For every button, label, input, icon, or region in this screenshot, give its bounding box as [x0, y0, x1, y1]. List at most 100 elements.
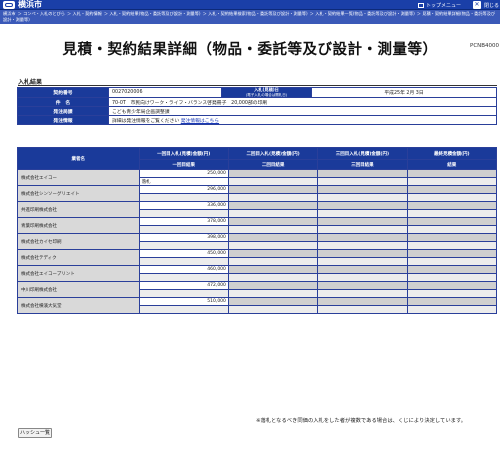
- bid-result-final: [406, 273, 498, 282]
- bid-amount-final: [406, 169, 498, 178]
- bid-amount-r3: [317, 233, 408, 242]
- bid-result-r2: [227, 241, 319, 250]
- bid-amount-r3: [317, 249, 408, 258]
- bid-result-final: [406, 241, 498, 250]
- dept-value: こども青少年局企画調整課: [108, 106, 497, 117]
- bid-amount-r2: [227, 185, 319, 194]
- order-info-link[interactable]: 発注情報はこちら: [181, 119, 219, 124]
- bidder-name: 中川印刷株式会社: [17, 281, 140, 298]
- site-name: 横浜市: [18, 0, 42, 9]
- order-info-label: 発注情報: [17, 115, 109, 126]
- table-row: 株式会社カイセ印刷 398,000: [17, 233, 498, 250]
- contract-no-value: 0027020006: [108, 86, 222, 99]
- section-divider: [18, 85, 497, 86]
- bid-amount-r2: [227, 169, 319, 178]
- bid-amount-final: [406, 201, 498, 210]
- order-info-value: 詳細は発注情報をご覧ください 発注情報はこちら: [108, 115, 497, 126]
- bid-amount-r2: [227, 201, 319, 210]
- subject-label: 件 名: [17, 97, 109, 108]
- bid-amount-r2: [227, 297, 319, 306]
- bid-result-r1: [138, 209, 229, 218]
- bid-amount-r1: 250,000: [138, 169, 229, 178]
- top-menu-link[interactable]: トップメニュー: [418, 1, 461, 9]
- bid-result-r3: [317, 257, 408, 266]
- bid-amount-r2: [227, 233, 319, 242]
- breadcrumb-item[interactable]: ＞ コンペ・入札のとびら: [18, 11, 65, 16]
- bid-result-r3: [317, 305, 408, 314]
- col-header-final: 最終見積金額(円): [406, 147, 498, 160]
- bid-result-r3: [317, 193, 408, 202]
- bid-amount-r1: 510,000: [138, 297, 229, 306]
- col-header-r3: 三回目入札(見積)金額(円): [317, 147, 408, 160]
- bid-amount-final: [406, 297, 498, 306]
- table-row: 株式会社テディク 450,000: [17, 249, 498, 266]
- bid-amount-final: [406, 281, 498, 290]
- bid-amount-final: [406, 249, 498, 258]
- contract-info-table: 契約番号 0027020006 入札(見積)日 (電子入札の場合は開札日) 平成…: [17, 86, 497, 126]
- bid-result-r2: [227, 273, 319, 282]
- bidder-name: 株式会社テディク: [17, 249, 140, 266]
- bid-result-final: [406, 177, 498, 186]
- history-button[interactable]: ハッシュ一覧: [18, 428, 52, 438]
- bid-amount-r1: 296,000: [138, 185, 229, 194]
- breadcrumb-item[interactable]: ＞ 入札・契約結果(物品・委託等及び設計・測量等): [104, 11, 201, 16]
- bid-result-r3: [317, 289, 408, 298]
- table-row: 株式会社横濱大気堂 510,000: [17, 297, 498, 314]
- bid-result-r3: [317, 177, 408, 186]
- col-subheader-r2: 二回目結果: [227, 159, 319, 170]
- order-info-text: 詳細は発注情報をご覧ください: [112, 118, 180, 124]
- bid-amount-final: [406, 265, 498, 274]
- col-subheader-r1: 一回目結果: [138, 159, 229, 170]
- bid-amount-r1: 336,000: [138, 201, 229, 210]
- bid-result-r3: [317, 209, 408, 218]
- breadcrumb-item[interactable]: 横浜市: [3, 11, 16, 16]
- header-bar: 横浜市 トップメニュー ✕ 閉じる: [0, 0, 500, 10]
- col-header-r2: 二回目入札(見積)金額(円): [227, 147, 319, 160]
- bid-result-r1: [138, 225, 229, 234]
- bid-result-r2: [227, 209, 319, 218]
- bid-result-r3: [317, 273, 408, 282]
- bid-amount-r3: [317, 185, 408, 194]
- table-row: 青葉印刷株式会社 378,000: [17, 217, 498, 234]
- bid-result-final: [406, 289, 498, 298]
- table-row: 株式会社エイコープリント 460,000: [17, 265, 498, 282]
- close-button[interactable]: ✕: [473, 1, 481, 9]
- bid-result-final: [406, 225, 498, 234]
- bid-result-r2: [227, 305, 319, 314]
- bid-amount-r1: 378,000: [138, 217, 229, 226]
- bid-amount-r3: [317, 265, 408, 274]
- breadcrumb-item[interactable]: ＞ 入札・契約情報: [67, 11, 102, 16]
- bid-result-r3: [317, 225, 408, 234]
- close-label: 閉じる: [484, 3, 500, 9]
- bidder-name: 共進印刷株式会社: [17, 201, 140, 218]
- bid-date-label: 入札(見積)日 (電子入札の場合は開札日): [221, 86, 312, 99]
- bidder-name: 株式会社カイセ印刷: [17, 233, 140, 250]
- bid-result-r1: [138, 241, 229, 250]
- bidder-name: 株式会社横濱大気堂: [17, 297, 140, 314]
- bidder-name: 青葉印刷株式会社: [17, 217, 140, 234]
- bid-amount-final: [406, 233, 498, 242]
- bid-amount-r3: [317, 281, 408, 290]
- bid-result-r1: [138, 257, 229, 266]
- bidder-name: 株式会社エイコープリント: [17, 265, 140, 282]
- bid-date-label-sub: (電子入札の場合は開札日): [245, 92, 288, 97]
- bid-results-table: 業者名 一回目入札(見積)金額(円) 二回目入札(見積)金額(円) 三回目入札(…: [17, 147, 498, 314]
- bid-result-r1: [138, 289, 229, 298]
- col-header-r1: 一回目入札(見積)金額(円): [138, 147, 229, 160]
- site-logo[interactable]: 横浜市: [3, 0, 42, 10]
- bid-amount-r1: 450,000: [138, 249, 229, 258]
- bid-amount-r1: 460,000: [138, 265, 229, 274]
- breadcrumb-item[interactable]: ＞ 入札・契約結果検索(物品・委託等及び設計・測量等): [203, 11, 308, 16]
- bid-amount-r3: [317, 169, 408, 178]
- breadcrumb-item[interactable]: ＞ 入札・契約結果一覧(物品・委託等及び設計・測量等): [310, 11, 415, 16]
- bid-amount-r1: 472,000: [138, 281, 229, 290]
- bid-result-final: [406, 193, 498, 202]
- bid-result-final: [406, 209, 498, 218]
- city-emblem-icon: [3, 1, 15, 9]
- bid-amount-final: [406, 217, 498, 226]
- subject-value: 70-0T 市民向けワーク・ライフ・バランス啓発冊子 20,000部の印刷: [108, 97, 497, 108]
- bid-amount-r2: [227, 217, 319, 226]
- bid-result-r2: [227, 289, 319, 298]
- bid-amount-r3: [317, 217, 408, 226]
- table-row: 中川印刷株式会社 472,000: [17, 281, 498, 298]
